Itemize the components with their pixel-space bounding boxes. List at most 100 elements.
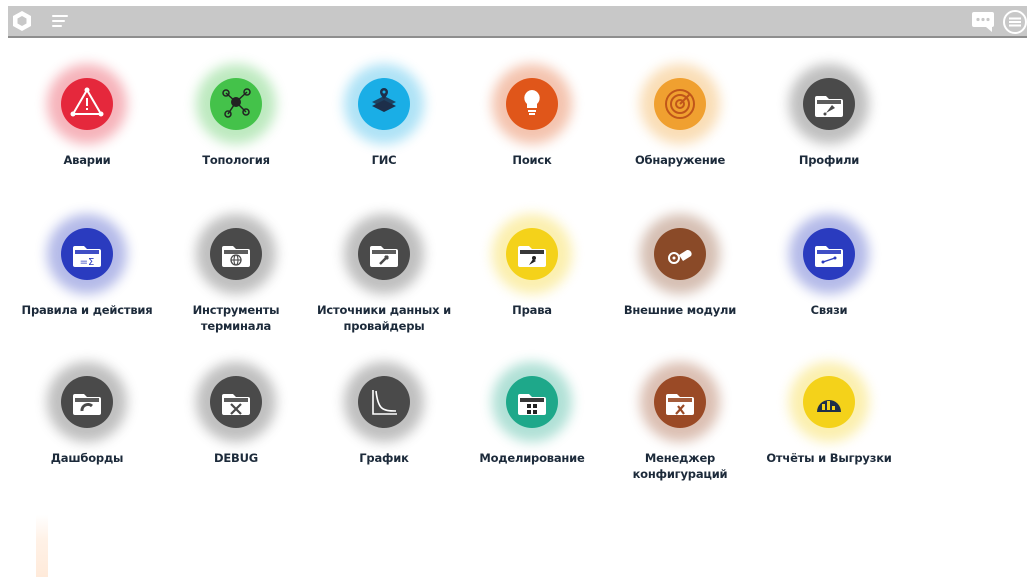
folder-sum-icon: =Σ — [61, 228, 113, 280]
folder-gauge-icon — [61, 376, 113, 428]
folder-link-icon — [803, 228, 855, 280]
module-tile[interactable]: Аварии — [12, 64, 162, 168]
module-tile[interactable]: Отчёты и Выгрузки — [754, 362, 904, 466]
module-tile[interactable]: График — [309, 362, 459, 466]
module-icon-wrap — [196, 214, 276, 294]
hamburger-icon[interactable] — [52, 15, 68, 27]
folder-wrench-icon — [654, 376, 706, 428]
module-tile[interactable]: Менеджер конфигураций — [605, 362, 755, 482]
module-label: DEBUG — [161, 450, 311, 466]
module-label-line1: Поиск — [512, 153, 552, 167]
module-label: График — [309, 450, 459, 466]
circle-menu-icon[interactable] — [1002, 9, 1027, 35]
module-tile[interactable]: Обнаружение — [605, 64, 755, 168]
module-icon-wrap — [789, 64, 869, 144]
module-icon-wrap — [344, 214, 424, 294]
module-label: Обнаружение — [605, 152, 755, 168]
module-icon-wrap — [640, 64, 720, 144]
module-tile[interactable]: Топология — [161, 64, 311, 168]
module-label-line1: Моделирование — [479, 451, 585, 465]
module-label-line1: Профили — [798, 153, 860, 167]
module-label-line1: Источники данных и — [317, 303, 451, 317]
module-icon-wrap: =Σ — [47, 214, 127, 294]
lightbulb-icon — [506, 78, 558, 130]
module-label: Менеджер конфигураций — [605, 450, 755, 482]
module-tile[interactable]: Моделирование — [457, 362, 607, 466]
module-label: Инструменты терминала — [161, 302, 311, 334]
module-label: Отчёты и Выгрузки — [754, 450, 904, 466]
module-label: Моделирование — [457, 450, 607, 466]
hexagon-logo-icon[interactable] — [10, 9, 34, 33]
module-label: Профили — [754, 152, 904, 168]
module-label-line2: провайдеры — [343, 319, 425, 333]
module-label: Источники данных и провайдеры — [309, 302, 459, 334]
module-icon-wrap — [789, 214, 869, 294]
module-label-line2: терминала — [200, 319, 272, 333]
module-tile[interactable]: Связи — [754, 214, 904, 318]
module-label-line2: конфигураций — [632, 467, 728, 481]
top-bar — [8, 6, 1027, 38]
alert-triangle-icon — [61, 78, 113, 130]
module-icon-wrap — [492, 362, 572, 442]
module-icon-wrap — [492, 214, 572, 294]
module-icon-wrap — [789, 362, 869, 442]
module-label-line1: Менеджер — [644, 451, 716, 465]
module-icon-wrap — [344, 362, 424, 442]
folder-grid-icon — [506, 376, 558, 428]
module-label-line1: ГИС — [371, 153, 397, 167]
network-nodes-icon — [210, 78, 262, 130]
folder-globe-icon — [210, 228, 262, 280]
module-icon-wrap — [640, 362, 720, 442]
module-tile[interactable]: DEBUG — [161, 362, 311, 466]
module-icon-wrap — [47, 64, 127, 144]
module-label-line1: Инструменты — [192, 303, 280, 317]
report-export-icon — [803, 376, 855, 428]
module-label-line1: Внешние модули — [623, 303, 737, 317]
module-label-line1: Аварии — [63, 153, 111, 167]
module-tile[interactable]: Профили — [754, 64, 904, 168]
module-label: Внешние модули — [605, 302, 755, 318]
module-tile[interactable]: Дашборды — [12, 362, 162, 466]
module-label-line1: Дашборды — [50, 451, 124, 465]
module-tile[interactable]: ГИС — [309, 64, 459, 168]
module-label-line1: График — [359, 451, 409, 465]
module-tile[interactable]: Права — [457, 214, 607, 318]
module-icon-wrap — [196, 64, 276, 144]
folder-rocket-icon — [803, 78, 855, 130]
module-label-line1: Топология — [202, 153, 270, 167]
module-label-line1: Обнаружение — [634, 153, 726, 167]
module-tile[interactable]: Источники данных и провайдеры — [309, 214, 459, 334]
module-label: Связи — [754, 302, 904, 318]
module-icon-wrap — [640, 214, 720, 294]
plug-cable-icon — [654, 228, 706, 280]
module-label: ГИС — [309, 152, 459, 168]
module-label: Топология — [161, 152, 311, 168]
module-label: Правила и действия — [12, 302, 162, 318]
module-label: Аварии — [12, 152, 162, 168]
module-label-line1: Права — [512, 303, 552, 317]
module-label-line1: Правила и действия — [21, 303, 153, 317]
module-tile[interactable]: Поиск — [457, 64, 607, 168]
module-tile[interactable]: =Σ Правила и действия — [12, 214, 162, 318]
module-label: Поиск — [457, 152, 607, 168]
folder-key-icon — [506, 228, 558, 280]
module-icon-wrap — [47, 362, 127, 442]
module-icon-wrap — [196, 362, 276, 442]
module-label-line1: DEBUG — [214, 451, 258, 465]
curve-chart-icon — [358, 376, 410, 428]
module-label: Дашборды — [12, 450, 162, 466]
svg-text:=Σ: =Σ — [80, 257, 95, 268]
module-icon-wrap — [344, 64, 424, 144]
module-label: Права — [457, 302, 607, 318]
module-label-line1: Отчёты и Выгрузки — [766, 451, 892, 465]
module-label-line1: Связи — [810, 303, 848, 317]
module-icon-wrap — [492, 64, 572, 144]
decorative-strip — [36, 515, 48, 577]
folder-tools-icon — [210, 376, 262, 428]
layers-pin-icon — [358, 78, 410, 130]
module-tile[interactable]: Инструменты терминала — [161, 214, 311, 334]
folder-plug-icon — [358, 228, 410, 280]
radar-icon — [654, 78, 706, 130]
chat-icon[interactable] — [970, 10, 998, 34]
module-tile[interactable]: Внешние модули — [605, 214, 755, 318]
